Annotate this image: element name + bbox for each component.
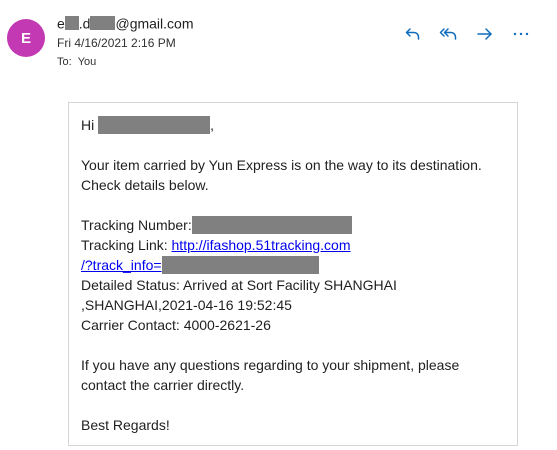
recipient-line: To: You: [57, 56, 96, 68]
questions-line: If you have any questions regarding to y…: [81, 357, 460, 373]
tracking-link-redaction: [161, 256, 319, 274]
more-icon: [513, 32, 529, 36]
reply-button[interactable]: [395, 22, 431, 46]
recipient-redaction: [98, 116, 211, 134]
greeting-line: Hi ,: [81, 115, 511, 135]
questions-line: contact the carrier directly.: [81, 377, 245, 393]
more-actions-button[interactable]: [503, 22, 539, 46]
reply-icon: [405, 28, 420, 40]
status-line: ,SHANGHAI,2021-04-16 19:52:45: [81, 297, 292, 313]
tracking-number-label: Tracking Number:: [81, 217, 192, 233]
tracking-link-line: /?track_info=: [81, 255, 511, 275]
tracking-link-line: Tracking Link: http://ifashop.51tracking…: [81, 235, 511, 255]
reply-all-icon: [439, 28, 457, 40]
tracking-link-label: Tracking Link:: [81, 237, 168, 253]
tracking-link-continued[interactable]: /?track_info=: [81, 257, 162, 273]
sender-redaction: [64, 16, 79, 31]
reply-all-button[interactable]: [431, 22, 467, 46]
to-label: To:: [57, 56, 72, 68]
greeting-end: ,: [210, 117, 215, 133]
intro-line: Your item carried by Yun Express is on t…: [81, 157, 482, 173]
to-value[interactable]: You: [78, 56, 97, 68]
status-line: Detailed Status: Arrived at Sort Facilit…: [81, 277, 397, 293]
sender-address[interactable]: e .d @gmail.com: [57, 14, 194, 31]
sender-avatar[interactable]: E: [7, 19, 45, 57]
sender-redaction: [90, 16, 116, 31]
message-body: Hi , Your item carried by Yun Express is…: [81, 115, 511, 435]
sender-mid: .d: [78, 15, 91, 32]
message-header: E e .d @gmail.com Fri 4/16/2021 2:16 PM To…: [0, 0, 557, 80]
tracking-link[interactable]: http://ifashop.51tracking.com: [172, 237, 351, 253]
greeting: Hi: [81, 117, 95, 133]
message-date: Fri 4/16/2021 2:16 PM: [57, 36, 176, 50]
message-actions: [395, 22, 539, 46]
sender-domain: @gmail.com: [115, 15, 194, 32]
tracking-number-redaction: [191, 216, 352, 234]
forward-button[interactable]: [467, 22, 503, 46]
message-body-card: Hi , Your item carried by Yun Express is…: [68, 102, 518, 446]
avatar-letter: E: [20, 29, 31, 47]
closing-line: Best Regards!: [81, 417, 170, 433]
carrier-contact-line: Carrier Contact: 4000-2621-26: [81, 317, 271, 333]
tracking-number-line: Tracking Number:: [81, 215, 511, 235]
intro-line: Check details below.: [81, 177, 209, 193]
forward-icon: [477, 28, 492, 40]
sender-prefix: e: [57, 15, 65, 32]
